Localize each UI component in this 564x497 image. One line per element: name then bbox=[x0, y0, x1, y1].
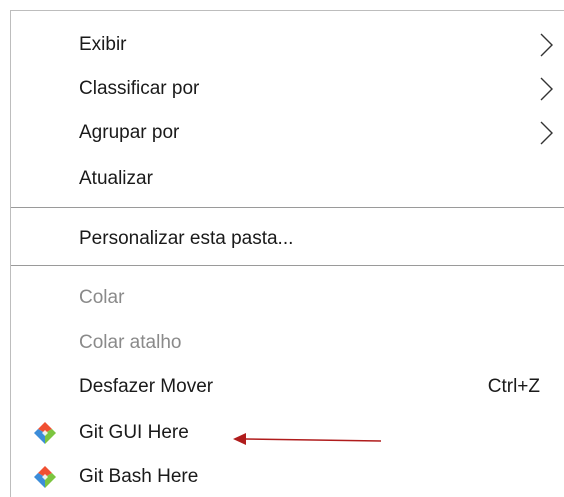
menu-item-label: Exibir bbox=[79, 34, 127, 55]
menu-item-label: Git Bash Here bbox=[79, 466, 199, 487]
menu-item-label: Desfazer Mover bbox=[79, 376, 214, 397]
menu-item-label: Git GUI Here bbox=[79, 422, 189, 443]
menu-item-label: Atualizar bbox=[79, 168, 153, 189]
menu-item-label: Colar atalho bbox=[79, 332, 182, 353]
menu-item-personalizar-esta-pasta[interactable]: Personalizar esta pasta... bbox=[11, 219, 564, 259]
annotation-arrow-icon bbox=[233, 433, 382, 445]
menu-item-label: Classificar por bbox=[79, 78, 200, 99]
menu-item-label: Agrupar por bbox=[79, 122, 180, 143]
menu-separator bbox=[11, 265, 564, 266]
menu-item-classificar-por[interactable]: Classificar por bbox=[11, 69, 564, 109]
menu-item-label: Personalizar esta pasta... bbox=[79, 228, 294, 249]
menu-item-label: Colar bbox=[79, 287, 125, 308]
chevron-right-icon bbox=[540, 121, 553, 145]
menu-item-exibir[interactable]: Exibir bbox=[11, 25, 564, 65]
context-menu: Exibir Classificar por Agrupar por Atual… bbox=[10, 10, 564, 497]
chevron-right-icon bbox=[540, 33, 553, 57]
menu-item-git-bash-here[interactable]: Git Bash Here bbox=[11, 457, 564, 497]
menu-item-colar: Colar bbox=[11, 278, 564, 318]
menu-item-shortcut: Ctrl+Z bbox=[487, 376, 540, 397]
menu-item-desfazer-mover[interactable]: Desfazer Mover Ctrl+Z bbox=[11, 367, 564, 407]
menu-item-atualizar[interactable]: Atualizar bbox=[11, 159, 564, 199]
menu-separator bbox=[11, 207, 564, 208]
menu-item-colar-atalho: Colar atalho bbox=[11, 323, 564, 363]
menu-item-agrupar-por[interactable]: Agrupar por bbox=[11, 113, 564, 153]
git-gui-icon bbox=[34, 422, 56, 444]
git-bash-icon bbox=[34, 466, 56, 488]
chevron-right-icon bbox=[540, 77, 553, 101]
